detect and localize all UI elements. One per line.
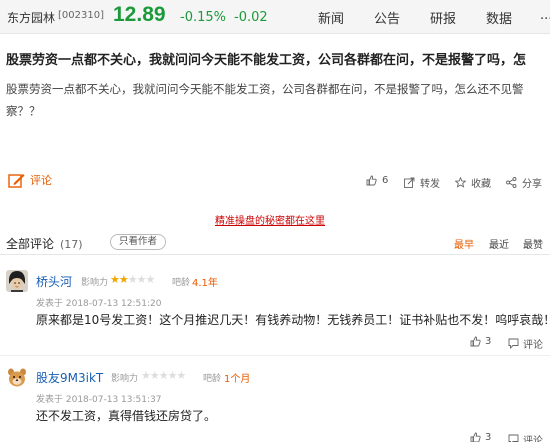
change-amount: -0.02 [234, 10, 268, 25]
edit-pen-icon [8, 173, 25, 188]
favorite-button[interactable]: 收藏 [455, 175, 491, 190]
comment-text: 原来都是10号发工资！这个月推迟几天！有钱养动物！无钱养员工！证书补贴也不发！呜… [36, 313, 550, 327]
comments-title-label: 全部评论 [6, 237, 55, 251]
avatar[interactable] [6, 366, 28, 388]
forum-age: 1个月 [224, 374, 251, 385]
share-arrow-icon [404, 177, 415, 188]
comments-header: 全部评论 (17) 只看作者 最早 最近 最赞 [0, 229, 550, 255]
nav-more[interactable]: ... [540, 8, 550, 23]
influence-label: 影响力 [81, 278, 109, 288]
thumbs-up-icon [470, 432, 481, 442]
star-empty-icon: ★ [167, 369, 178, 382]
comment-reply-button[interactable]: 评论 [508, 336, 543, 351]
star-empty-icon: ★ [141, 369, 151, 382]
comment-time: 发表于 2018-07-13 13:51:37 [36, 395, 162, 405]
username[interactable]: 桥头河 [36, 273, 72, 290]
star-empty-icon: ★ [145, 273, 156, 286]
star-outline-icon [455, 177, 466, 188]
sort-most-liked[interactable]: 最赞 [523, 236, 543, 251]
influence-label: 影响力 [111, 374, 139, 384]
reply-bubble-icon [508, 434, 519, 442]
age-label: 吧龄 [172, 278, 191, 288]
user-avatar-icon [6, 270, 28, 292]
repost-label: 转发 [420, 179, 440, 190]
nav-research[interactable]: 研报 [430, 8, 456, 27]
comment-text: 还不发工资，真得借钱还房贷了。 [36, 409, 217, 423]
comment-time: 发表于 2018-07-13 12:51:20 [36, 299, 162, 309]
all-comments-title: 全部评论 (17) [6, 235, 83, 252]
influence-stars: ★★★★★ [110, 273, 156, 286]
nav-data[interactable]: 数据 [486, 8, 512, 27]
post-title: 股票劳资一点都不关心，我就问问今天能不能发工资，公司各群都在问，不是报警了吗，怎 [6, 53, 527, 68]
share-label: 分享 [522, 179, 542, 190]
comment-divider [0, 355, 550, 356]
author-only-filter[interactable]: 只看作者 [110, 234, 166, 250]
age-label: 吧龄 [203, 374, 222, 384]
star-filled-icon: ★ [118, 273, 129, 286]
stock-price: 12.89 [113, 3, 166, 26]
star-empty-icon: ★ [127, 273, 138, 286]
comment-button[interactable]: 评论 [8, 172, 52, 188]
promo-link[interactable]: 精准操盘的秘密都在这里 [0, 212, 540, 227]
stock-header: 东方园林 [002310] 12.89 -0.15% -0.02 新闻 公告 研… [0, 0, 550, 34]
comment-reply-label: 评论 [523, 436, 543, 442]
repost-button[interactable]: 转发 [404, 175, 440, 190]
star-filled-icon: ★ [110, 273, 120, 286]
user-avatar-icon [6, 366, 28, 388]
like-button[interactable]: 6 [366, 175, 388, 186]
comment-like-count: 3 [485, 432, 492, 442]
influence-stars: ★★★★★ [141, 369, 187, 382]
stock-code: [002310] [58, 10, 104, 21]
comment-reply-label: 评论 [523, 340, 543, 351]
thumbs-up-icon [366, 175, 377, 186]
nav-news[interactable]: 新闻 [318, 8, 344, 27]
star-empty-icon: ★ [158, 369, 169, 382]
star-empty-icon: ★ [136, 273, 147, 286]
sort-earliest[interactable]: 最早 [454, 236, 474, 251]
comment-reply-button[interactable]: 评论 [508, 432, 543, 442]
stock-name[interactable]: 东方园林 [7, 9, 55, 26]
comment-like-button[interactable]: 3 [470, 432, 491, 442]
post-body: 股票劳资一点都不关心，我就问问今天能不能发工资，公司各群都在问，不是报警了吗，怎… [6, 82, 524, 118]
share-button[interactable]: 分享 [506, 175, 542, 190]
change-percent: -0.15% [180, 10, 226, 25]
star-empty-icon: ★ [176, 369, 187, 382]
forum-age: 4.1年 [192, 278, 218, 289]
star-empty-icon: ★ [149, 369, 160, 382]
username[interactable]: 股友9M3ikT [36, 369, 103, 386]
comments-count: (17) [60, 238, 83, 251]
nav-announcements[interactable]: 公告 [374, 8, 400, 27]
comment-like-button[interactable]: 3 [470, 336, 491, 347]
reply-bubble-icon [508, 338, 519, 349]
comment-label: 评论 [30, 174, 52, 187]
comment-like-count: 3 [485, 336, 492, 347]
avatar[interactable] [6, 270, 28, 292]
sort-latest[interactable]: 最近 [489, 236, 509, 251]
like-count: 6 [382, 175, 389, 186]
share-nodes-icon [506, 177, 517, 188]
thumbs-up-icon [470, 336, 481, 347]
favorite-label: 收藏 [471, 179, 491, 190]
